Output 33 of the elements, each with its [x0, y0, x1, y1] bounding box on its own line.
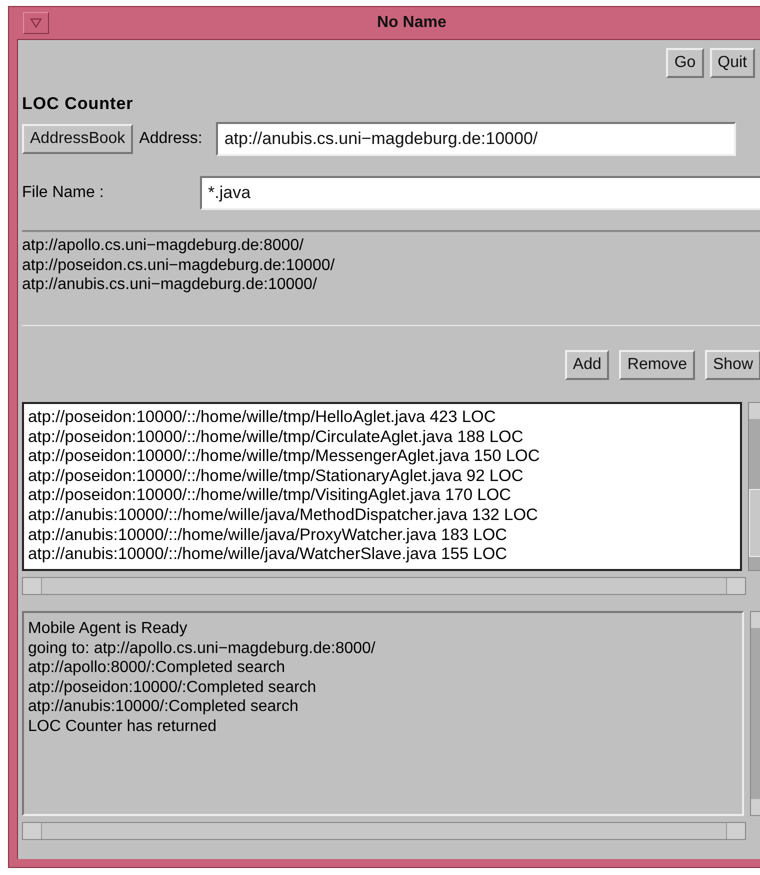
list-button[interactable]: Remove — [619, 350, 695, 380]
toolbar-button[interactable]: Quit — [710, 48, 755, 78]
window-title: No Name — [377, 14, 446, 32]
log-line: going to: atp://apollo.cs.uni−magdeburg.de:8000/ — [28, 638, 376, 658]
log-line: atp://anubis:10000/:Completed search — [28, 697, 300, 716]
log-line: atp://poseidon:10000/:Completed search — [28, 678, 318, 697]
horizontal-scrollbar[interactable] — [22, 577, 746, 595]
file-name-field[interactable]: *.java — [200, 176, 760, 210]
result-item[interactable]: atp://poseidon:10000/::/home/wille/tmp/StationaryAglet.java 92 LOC — [28, 466, 740, 486]
list-button[interactable]: Add — [564, 350, 610, 380]
result-item[interactable]: atp://poseidon:10000/::/home/wille/tmp/MessengerAglet.java 150 LOC — [28, 447, 740, 467]
addressbook-button[interactable]: AddressBook — [22, 124, 134, 154]
list-button[interactable]: Show — [704, 350, 760, 380]
address-field[interactable]: atp://anubis.cs.uni−magdeburg.de:10000/ — [216, 122, 736, 156]
address-item[interactable]: atp://anubis.cs.uni−magdeburg.de:10000/ — [22, 275, 760, 294]
app-heading: LOC Counter — [22, 94, 134, 114]
log-line: Mobile Agent is Ready — [28, 619, 188, 638]
address-item[interactable]: atp://apollo.cs.uni−magdeburg.de:8000/ — [22, 236, 760, 256]
horizontal-scrollbar[interactable] — [22, 822, 746, 840]
result-item[interactable]: atp://anubis:10000/::/home/wille/java/ProxyWatcher.java 183 LOC — [28, 526, 740, 546]
address-item[interactable]: atp://poseidon.cs.uni−magdeburg.de:10000/ — [22, 256, 760, 275]
log-line: atp://apollo:8000/:Completed search — [28, 658, 286, 678]
result-item[interactable]: atp://poseidon:10000/::/home/wille/tmp/CirculateAglet.java 188 LOC — [28, 428, 740, 448]
result-item[interactable]: atp://anubis:10000/::/home/wille/java/WatcherSlave.java 155 LOC — [28, 545, 740, 565]
log-line: LOC Counter has returned — [28, 716, 218, 736]
result-item[interactable]: atp://anubis:10000/::/home/wille/java/MethodDispatcher.java 132 LOC — [28, 506, 740, 526]
toolbar-button[interactable]: Go — [666, 48, 704, 78]
file-name-label: File Name : — [22, 184, 105, 202]
address-label: Address: — [139, 130, 202, 148]
result-item[interactable]: atp://poseidon:10000/::/home/wille/tmp/VisitingAglet.java 170 LOC — [28, 486, 740, 506]
triangle-icon — [30, 18, 42, 28]
result-item[interactable]: atp://poseidon:10000/::/home/wille/tmp/HelloAglet.java 423 LOC — [28, 408, 740, 428]
window-menu-button[interactable] — [23, 12, 49, 34]
